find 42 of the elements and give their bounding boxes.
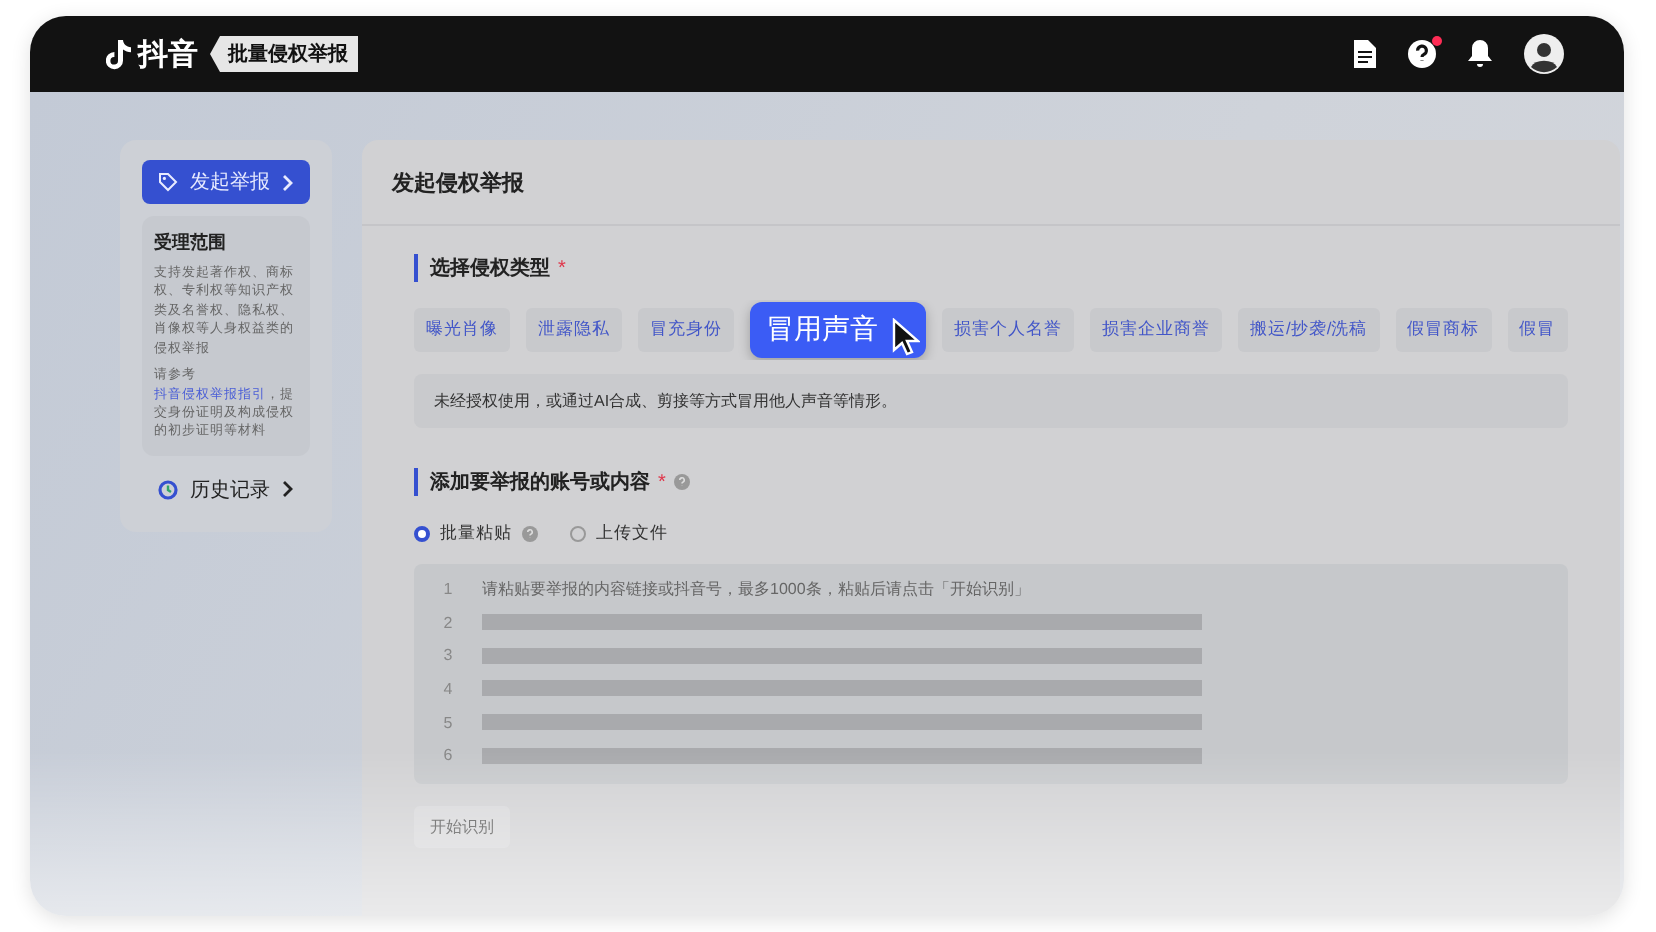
bell-icon[interactable] xyxy=(1468,40,1492,68)
section-title: 选择侵权类型 xyxy=(430,255,550,282)
music-note-logo-icon xyxy=(106,39,132,69)
required-mark: * xyxy=(558,257,566,279)
help-icon[interactable] xyxy=(1408,40,1436,68)
nav-item[interactable]: 发起举报 xyxy=(142,160,310,204)
category-tag[interactable]: 泄露隐私 xyxy=(526,308,622,352)
page-badge: 批量侵权举报 xyxy=(210,36,358,72)
line-number: 1 xyxy=(441,579,455,598)
tag-icon xyxy=(158,172,178,192)
paste-textarea[interactable]: 1 请粘贴要举报的内容链接或抖音号，最多1000条，粘贴后请点击「开始识别」 2 3 4 5 6 xyxy=(414,564,1568,785)
line-number: 6 xyxy=(441,746,455,765)
type-description: 未经授权使用，或通过AI合成、剪接等方式冒用他人声音等情形。 xyxy=(414,374,1568,428)
start-button[interactable]: 开始识别 xyxy=(414,806,510,849)
line-number: 2 xyxy=(441,613,455,632)
nav-item[interactable]: 历史记录 xyxy=(142,467,310,512)
chevron-right-icon xyxy=(282,173,294,191)
category-tag[interactable]: 曝光肖像 xyxy=(414,308,510,352)
document-icon[interactable] xyxy=(1354,40,1376,68)
category-tag[interactable]: 冒用声音 xyxy=(750,302,926,358)
category-tag[interactable]: 假冒 xyxy=(1507,308,1568,352)
radio-option[interactable]: 上传文件 xyxy=(570,522,668,546)
category-tag[interactable]: 损害企业商誉 xyxy=(1090,308,1222,352)
category-tag[interactable]: 搬运/抄袭/洗稿 xyxy=(1238,308,1380,352)
chevron-right-icon xyxy=(282,480,294,499)
info-title: 受理范围 xyxy=(154,230,228,256)
required-mark: * xyxy=(658,471,666,493)
category-tag[interactable]: 冒充身份 xyxy=(638,308,734,352)
line-number: 3 xyxy=(441,646,455,665)
clock-icon xyxy=(158,479,178,500)
category-tag[interactable]: 损害个人名誉 xyxy=(942,308,1074,352)
radio-option[interactable]: 批量粘贴 xyxy=(414,522,538,546)
section-title: 添加要举报的账号或内容 xyxy=(430,468,650,496)
line-number: 5 xyxy=(441,713,455,732)
help-icon xyxy=(673,474,690,490)
logo-text: 抖音 xyxy=(138,35,198,73)
panel-title: 发起侵权举报 xyxy=(362,140,1620,226)
placeholder-text: 请粘贴要举报的内容链接或抖音号，最多1000条，粘贴后请点击「开始识别」 xyxy=(482,577,1030,600)
pointer-cursor-icon xyxy=(892,318,920,356)
category-tag[interactable]: 假冒商标 xyxy=(1395,308,1492,352)
line-number: 4 xyxy=(441,679,455,698)
avatar-icon[interactable] xyxy=(1524,34,1564,74)
